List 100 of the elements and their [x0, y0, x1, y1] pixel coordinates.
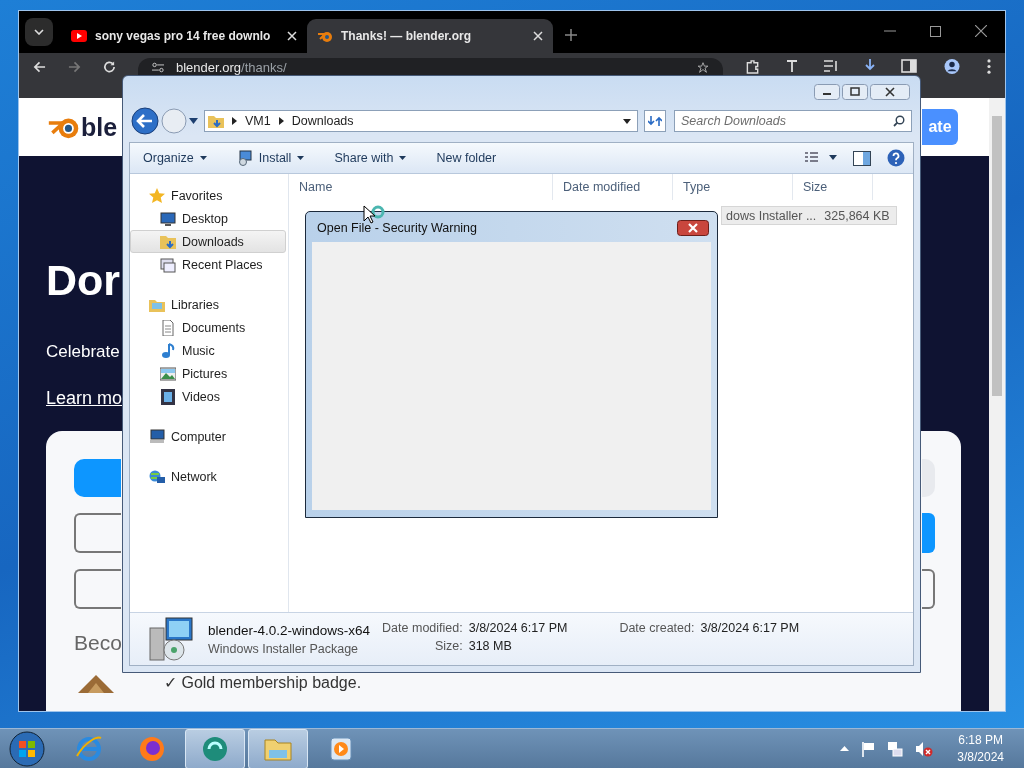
nav-group[interactable]: Network [130, 465, 286, 488]
search-icon [893, 115, 905, 127]
browser-tab[interactable]: sony vegas pro 14 free downlo [61, 19, 307, 53]
nav-icon [160, 342, 176, 359]
file-row[interactable]: dows Installer ... 325,864 KB [721, 206, 897, 225]
nav-icon [160, 319, 176, 336]
refresh-button[interactable] [644, 110, 666, 132]
nav-item[interactable]: Pictures [130, 362, 286, 385]
detail-value: 3/8/2024 6:17 PM [468, 621, 568, 635]
chevron-down-icon [34, 29, 44, 35]
file-kind: Windows Installer Package [208, 641, 360, 656]
bookmark-star-icon[interactable] [697, 61, 709, 73]
search-field[interactable]: Search Downloads [674, 110, 912, 132]
breadcrumb-item[interactable]: VM1 [245, 114, 271, 128]
detail-value: 318 MB [468, 639, 513, 653]
detail-label: Date created: [619, 621, 695, 635]
toggle-button[interactable] [922, 459, 935, 497]
column-header[interactable]: Name [289, 174, 553, 200]
column-header[interactable]: Date modified [553, 174, 673, 200]
network-icon[interactable] [887, 740, 904, 757]
taskbar-app-button[interactable] [185, 728, 245, 768]
tab-title: sony vegas pro 14 free downlo [95, 29, 272, 43]
view-options-icon[interactable] [805, 152, 837, 164]
nav-item[interactable]: Desktop [130, 207, 286, 230]
nav-icon [160, 388, 176, 405]
close-icon[interactable] [677, 220, 709, 236]
refresh-icon [648, 115, 662, 127]
file-size: 325,864 KB [824, 208, 890, 223]
url-text: blender.org/thanks/ [176, 59, 288, 75]
caret-icon[interactable] [623, 118, 631, 124]
chevron-icon [232, 117, 237, 125]
installer-icon [236, 150, 253, 166]
show-hidden-icons-icon[interactable] [840, 746, 850, 751]
logo-text: ble [81, 112, 118, 142]
help-icon[interactable] [887, 149, 905, 167]
nav-icon [160, 233, 176, 250]
reading-list-icon[interactable] [823, 59, 839, 73]
reload-icon[interactable] [103, 60, 116, 74]
section-heading: Beco [74, 631, 122, 655]
command-button[interactable]: New folder [429, 148, 504, 168]
column-header[interactable]: Type [673, 174, 793, 200]
side-panel-icon[interactable] [901, 59, 917, 73]
action-center-flag-icon[interactable] [861, 740, 876, 757]
new-tab-icon[interactable] [565, 29, 577, 41]
address-bar[interactable]: blender.org/thanks/ [138, 58, 723, 76]
muted-speaker-icon[interactable] [915, 740, 934, 757]
site-info-icon [152, 61, 164, 73]
command-button[interactable]: Organize [136, 148, 214, 168]
maximize-icon[interactable] [930, 25, 941, 37]
nav-item[interactable]: Videos [130, 385, 286, 408]
nav-icon [149, 187, 165, 204]
tab-search-button[interactable] [25, 18, 53, 46]
chevron-icon [278, 117, 284, 125]
nav-group[interactable]: Computer [130, 425, 286, 448]
address-field[interactable]: VM1 Downloads [204, 110, 638, 132]
dialog-title: Open File - Security Warning [317, 221, 477, 235]
detail-value: 3/8/2024 6:17 PM [700, 621, 800, 635]
toggle-button[interactable] [74, 459, 121, 497]
command-button[interactable]: Share with [327, 148, 414, 168]
nav-icon [160, 256, 176, 273]
menu-icon[interactable] [987, 59, 991, 74]
extensions-icon[interactable] [745, 59, 761, 74]
folder-icon [208, 114, 224, 128]
start-button[interactable] [9, 730, 45, 767]
file-name: blender-4.0.2-windows-x64 [208, 622, 371, 638]
page-heading: Dor [46, 255, 121, 306]
nav-item[interactable]: Music [130, 339, 286, 362]
breadcrumb-item[interactable]: Downloads [291, 114, 354, 128]
nav-item[interactable]: Recent Places [130, 253, 286, 276]
clock-date[interactable]: 3/8/2024 [957, 748, 1004, 766]
download-icon[interactable] [863, 59, 877, 73]
page-subtitle: Celebrate [46, 342, 120, 362]
amount-option[interactable] [922, 513, 935, 553]
installer-icon [148, 616, 196, 662]
nav-icon [160, 210, 176, 227]
preview-pane-icon[interactable] [853, 150, 871, 166]
nav-icon [149, 468, 165, 485]
nav-icon [160, 365, 176, 382]
restore-icon[interactable] [842, 84, 868, 100]
recent-pages-caret-icon[interactable] [189, 118, 198, 124]
nav-icon [149, 428, 165, 445]
minimize-icon[interactable] [814, 84, 840, 100]
column-header[interactable]: Size [793, 174, 873, 200]
learn-more-link[interactable]: Learn mo [46, 388, 123, 409]
close-icon[interactable] [975, 25, 987, 37]
command-button[interactable]: Install [229, 147, 312, 169]
close-icon[interactable] [870, 84, 910, 100]
nav-group[interactable]: Libraries [130, 293, 286, 316]
video-play-icon [71, 30, 87, 42]
nav-group[interactable]: Favorites [130, 184, 286, 207]
forward-icon[interactable] [68, 60, 81, 74]
file-type: dows Installer ... [726, 208, 817, 223]
nav-item[interactable]: Downloads [130, 230, 286, 253]
browser-tab[interactable]: Thanks! — blender.org [307, 19, 553, 53]
back-icon[interactable] [131, 107, 159, 135]
scrollbar[interactable] [989, 98, 1005, 711]
clock-time[interactable]: 6:18 PM [958, 731, 1003, 749]
detail-label: Date modified: [382, 621, 463, 635]
tab-title: Thanks! — blender.org [341, 29, 473, 43]
nav-item[interactable]: Documents [130, 316, 286, 339]
